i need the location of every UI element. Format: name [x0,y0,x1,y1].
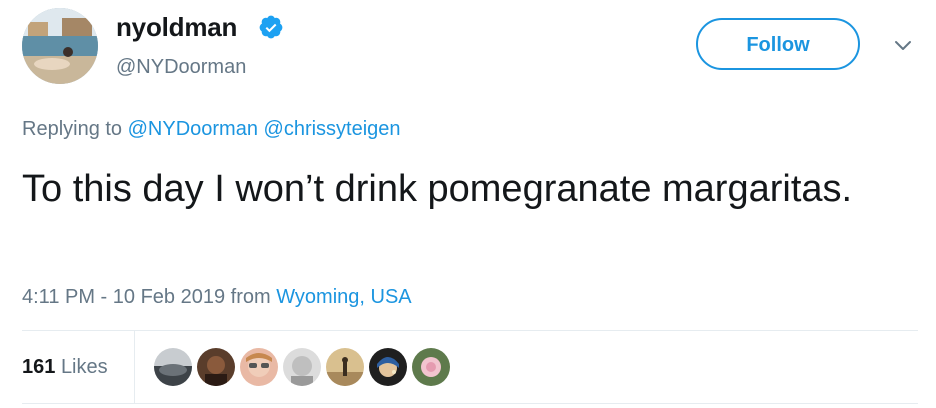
tweet-timestamp[interactable]: 4:11 PM - 10 Feb 2019 [22,286,225,308]
liker-avatar[interactable] [197,348,235,386]
liker-avatar[interactable] [154,348,192,386]
stats-divider [134,331,135,403]
liker-avatar[interactable] [326,348,364,386]
likes-count: 161 [22,356,56,378]
likes-label: Likes [60,356,108,378]
mention-link-chrissyteigen[interactable]: @chrissyteigen [264,118,401,140]
follow-button[interactable]: Follow [696,18,860,70]
user-handle[interactable]: @NYDoorman [116,54,246,80]
verified-badge-icon [259,15,283,39]
liker-avatar[interactable] [240,348,278,386]
reply-context-prefix: Replying to [22,118,123,140]
tweet-text: To this day I won’t drink pomegranate ma… [22,168,853,210]
tweet-meta: 4:11 PM - 10 Feb 2019 from Wyoming, USA [22,284,412,310]
likes-link[interactable]: 161 Likes [22,354,108,380]
liker-avatar[interactable] [412,348,450,386]
chevron-down-icon[interactable] [890,34,916,58]
profile-avatar-image [22,8,98,84]
mention-link-nydoorman[interactable]: @NYDoorman [128,118,258,140]
from-label: from [230,286,271,308]
liker-avatar[interactable] [283,348,321,386]
display-name[interactable]: nyoldman [116,10,237,44]
liker-avatar[interactable] [369,348,407,386]
divider [22,330,918,331]
liker-avatars [154,348,450,388]
location-link[interactable]: Wyoming, USA [276,286,411,308]
divider [22,403,918,404]
avatar[interactable] [22,8,98,84]
reply-context: Replying to @NYDoorman @chrissyteigen [22,116,401,142]
